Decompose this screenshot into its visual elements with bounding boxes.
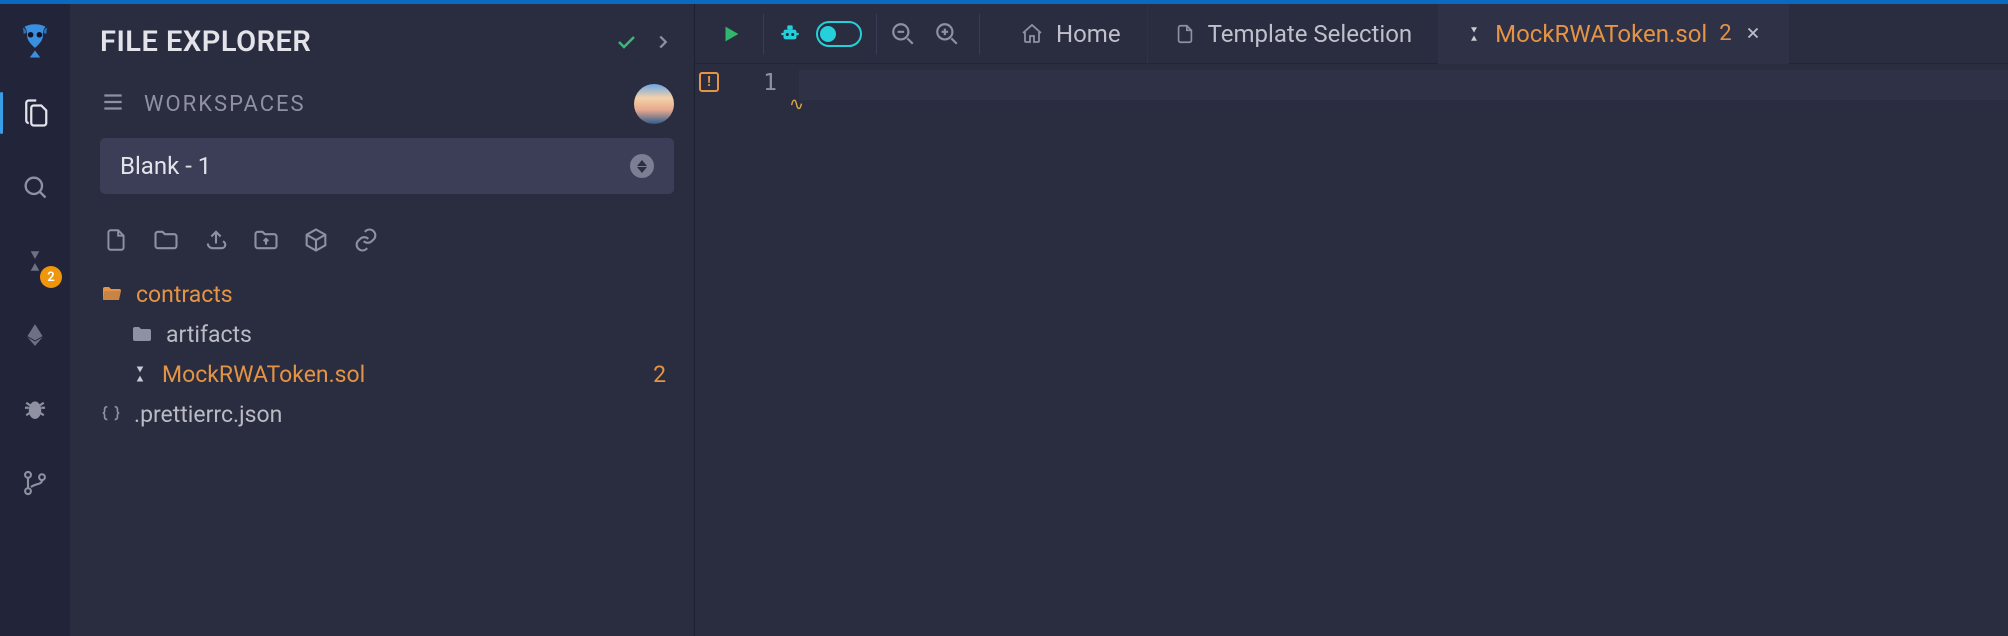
chevron-right-icon xyxy=(652,31,674,53)
search-icon xyxy=(21,173,49,201)
home-icon xyxy=(1020,22,1044,46)
play-icon xyxy=(720,23,742,45)
tree-folder-artifacts[interactable]: artifacts xyxy=(100,314,674,354)
tab-warning-count: 2 xyxy=(1719,21,1731,46)
braces-icon xyxy=(100,403,122,425)
tab-close-button[interactable] xyxy=(1744,20,1762,48)
check-icon xyxy=(614,30,638,54)
compiler-warning-badge: 2 xyxy=(40,266,62,288)
upload-folder-button[interactable] xyxy=(250,224,282,256)
link-icon xyxy=(352,226,380,254)
error-gutter: ! xyxy=(695,64,723,636)
compile-ok-icon[interactable] xyxy=(614,30,638,54)
tree-label: contracts xyxy=(136,281,674,308)
select-updown-icon xyxy=(630,154,654,178)
nav-git[interactable] xyxy=(12,460,58,506)
file-explorer-panel: FILE EXPLORER WORKSPACES Blank - 1 xyxy=(70,4,695,636)
solidity-file-icon xyxy=(130,364,150,384)
app-logo[interactable] xyxy=(13,18,57,62)
tab-label: MockRWAToken.sol xyxy=(1495,20,1707,48)
bug-icon xyxy=(20,394,50,424)
upload-cloud-icon xyxy=(202,226,230,254)
tree-file-mockrwatoken[interactable]: MockRWAToken.sol 2 xyxy=(100,354,674,394)
new-file-button[interactable] xyxy=(100,224,132,256)
workspace-select[interactable]: Blank - 1 xyxy=(100,138,674,194)
box-button[interactable] xyxy=(300,224,332,256)
files-icon xyxy=(20,98,50,128)
workspace-selected-value: Blank - 1 xyxy=(120,152,211,180)
ai-assistant-button[interactable] xyxy=(772,16,808,52)
line-number-gutter: 1 xyxy=(723,64,799,636)
zoom-in-button[interactable] xyxy=(929,16,965,52)
close-icon xyxy=(1744,24,1762,42)
activity-bar: 2 xyxy=(0,4,70,636)
workspaces-label: WORKSPACES xyxy=(144,92,616,117)
tab-label: Template Selection xyxy=(1208,20,1413,48)
file-icon xyxy=(1174,23,1196,45)
editor-toolbar: Home Template Selection MockRWAToken.sol… xyxy=(695,4,2008,64)
nav-debugger[interactable] xyxy=(12,386,58,432)
user-avatar[interactable] xyxy=(634,84,674,124)
toggle-knob xyxy=(820,26,836,42)
panel-title: FILE EXPLORER xyxy=(100,25,600,59)
editor-tabs: Home Template Selection MockRWAToken.sol… xyxy=(994,4,1789,64)
link-button[interactable] xyxy=(350,224,382,256)
ai-toggle[interactable] xyxy=(816,21,862,47)
file-icon xyxy=(103,227,129,253)
folder-upload-icon xyxy=(252,226,280,254)
tab-active-file[interactable]: MockRWAToken.sol 2 xyxy=(1439,4,1788,64)
tab-home[interactable]: Home xyxy=(994,4,1148,64)
nav-solidity-compiler[interactable]: 2 xyxy=(12,238,58,284)
line-number: 1 xyxy=(723,70,777,96)
nav-search[interactable] xyxy=(12,164,58,210)
tree-label: .prettierrc.json xyxy=(134,401,674,428)
robot-icon xyxy=(777,21,803,47)
zoom-out-icon xyxy=(890,21,916,47)
folder-open-icon xyxy=(100,282,124,306)
tree-folder-contracts[interactable]: contracts xyxy=(100,274,674,314)
hamburger-icon xyxy=(100,89,126,115)
nav-file-explorer[interactable] xyxy=(12,90,58,136)
new-folder-button[interactable] xyxy=(150,224,182,256)
solidity-file-icon xyxy=(1465,25,1483,43)
publish-button[interactable] xyxy=(200,224,232,256)
file-toolbar xyxy=(100,224,674,256)
editor-body: ! 1 ∿ xyxy=(695,64,2008,636)
folder-icon xyxy=(130,322,154,346)
zoom-out-button[interactable] xyxy=(885,16,921,52)
workspaces-menu[interactable] xyxy=(100,89,126,119)
run-button[interactable] xyxy=(713,16,749,52)
zoom-in-icon xyxy=(934,21,960,47)
panel-next[interactable] xyxy=(652,31,674,53)
tree-label: artifacts xyxy=(166,321,674,348)
ethereum-icon xyxy=(22,322,48,348)
tree-item-count: 2 xyxy=(653,361,674,388)
tree-label: MockRWAToken.sol xyxy=(162,361,641,388)
editor-area: Home Template Selection MockRWAToken.sol… xyxy=(695,4,2008,636)
warning-squiggle: ∿ xyxy=(789,94,801,115)
nav-deploy[interactable] xyxy=(12,312,58,358)
folder-icon xyxy=(152,226,180,254)
tree-file-prettierrc[interactable]: .prettierrc.json xyxy=(100,394,674,434)
code-area[interactable]: ∿ xyxy=(799,64,2008,636)
file-tree: contracts artifacts MockRWAToken.sol 2 xyxy=(100,274,674,434)
git-branch-icon xyxy=(21,469,49,497)
tab-label: Home xyxy=(1056,20,1121,48)
line-warning-badge[interactable]: ! xyxy=(699,72,719,92)
tab-template-selection[interactable]: Template Selection xyxy=(1148,4,1440,64)
cube-icon xyxy=(302,226,330,254)
active-line-highlight xyxy=(799,70,2008,100)
